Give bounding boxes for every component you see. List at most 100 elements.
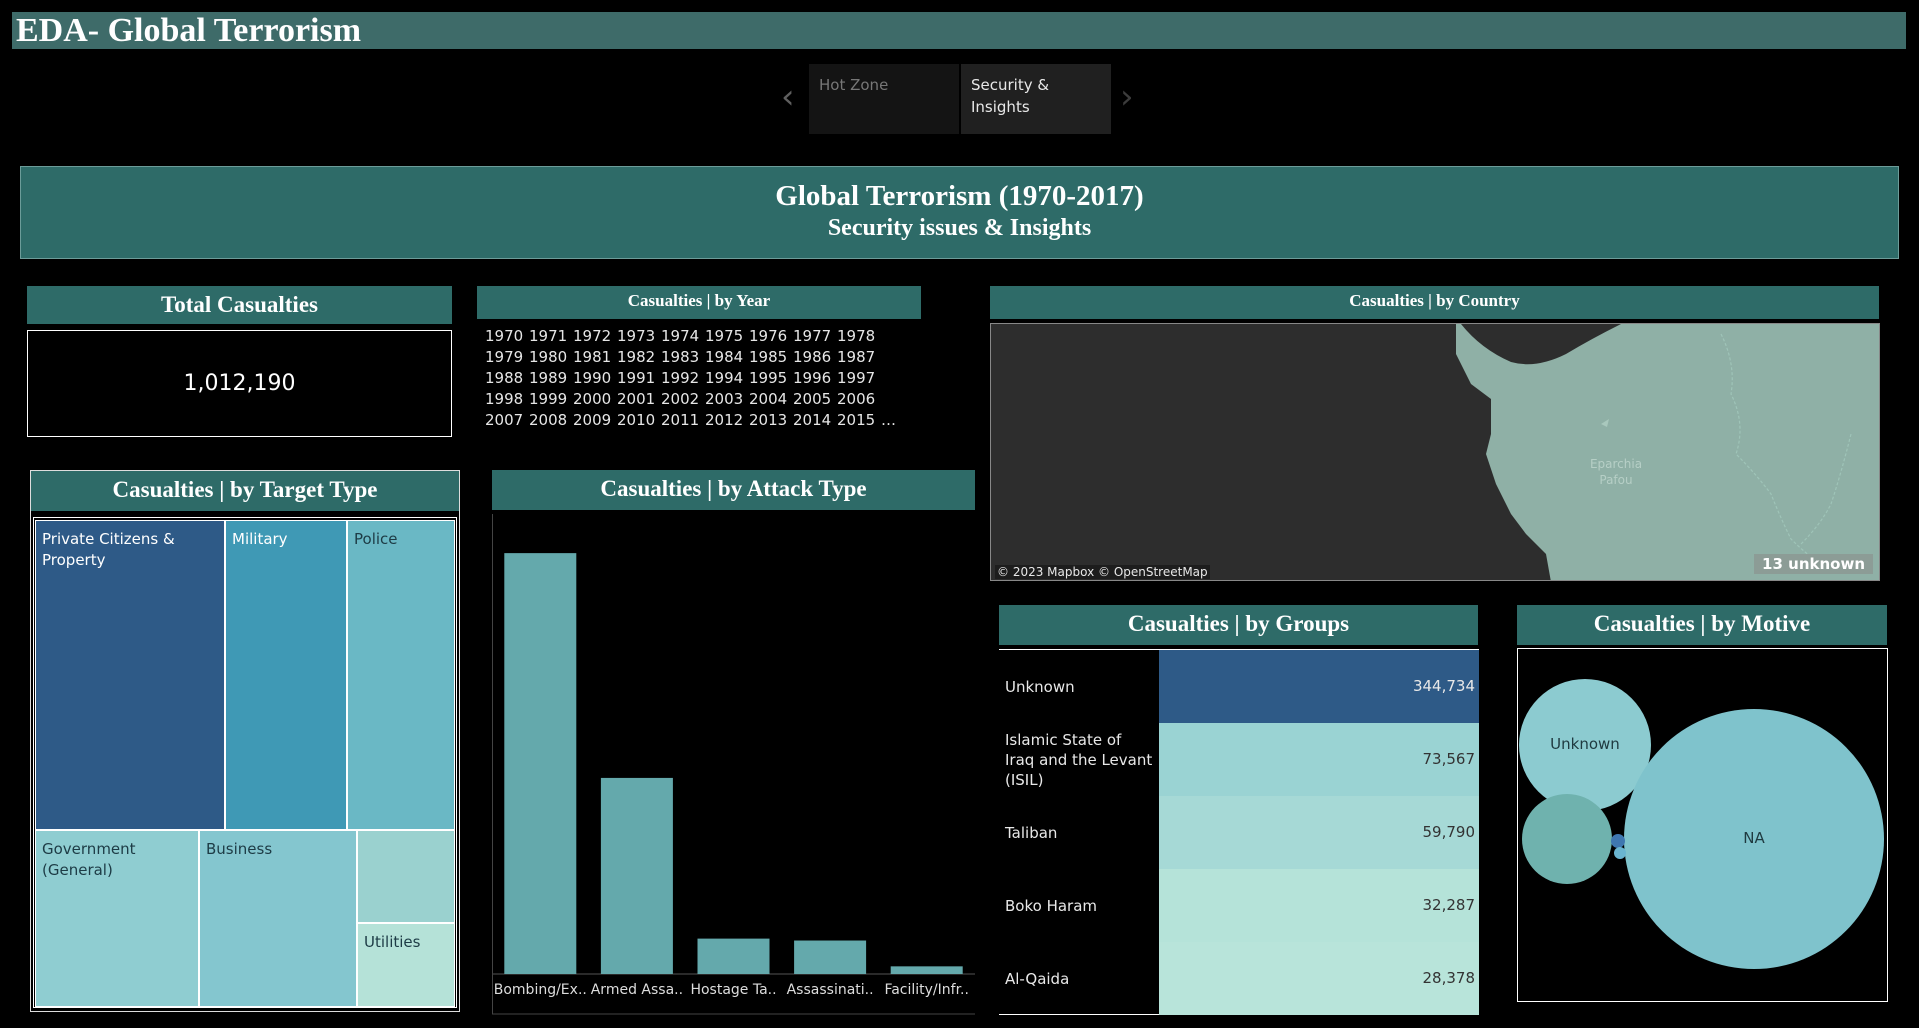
treemap-cell-other[interactable] <box>357 830 455 923</box>
year-item[interactable]: 1985 <box>749 348 793 369</box>
year-item[interactable]: 1995 <box>749 369 793 390</box>
year-item[interactable]: 1979 <box>485 348 529 369</box>
bar-1[interactable] <box>600 777 673 974</box>
year-item[interactable]: 2009 <box>573 411 617 432</box>
chevron-right-icon[interactable]: › <box>1120 80 1134 114</box>
year-item[interactable]: 2008 <box>529 411 573 432</box>
motive-bubble-chart: Unknown NA <box>1517 648 1888 1002</box>
year-item[interactable]: 2000 <box>573 390 617 411</box>
page-subtitle: Security issues & Insights <box>827 215 1092 241</box>
year-item[interactable]: 1986 <box>793 348 837 369</box>
more-years-icon[interactable]: … <box>881 411 901 432</box>
bubble-label-na: NA <box>1743 829 1765 847</box>
year-row: 1970 1971 1972 1973 1974 1975 1976 1977 1978 <box>485 327 915 348</box>
year-item[interactable]: 1972 <box>573 327 617 348</box>
year-item[interactable]: 2013 <box>749 411 793 432</box>
tab-hot-zone[interactable]: Hot Zone <box>809 64 959 134</box>
year-item[interactable]: 2011 <box>661 411 705 432</box>
year-item[interactable]: 2010 <box>617 411 661 432</box>
year-row: 1988 1989 1990 1991 1992 1994 1995 1996 1997 <box>485 369 915 390</box>
bar-3[interactable] <box>794 940 867 974</box>
group-bar[interactable]: 59,790 <box>1159 796 1479 869</box>
year-item[interactable]: 2005 <box>793 390 837 411</box>
year-item[interactable]: 1977 <box>793 327 837 348</box>
year-item[interactable]: 1991 <box>617 369 661 390</box>
group-bar[interactable]: 28,378 <box>1159 942 1479 1015</box>
year-item[interactable]: 1970 <box>485 327 529 348</box>
year-item[interactable]: 2014 <box>793 411 837 432</box>
treemap-label: Business <box>206 840 273 858</box>
year-item[interactable]: 1973 <box>617 327 661 348</box>
unknown-locations-badge[interactable]: 13 unknown <box>1754 554 1873 574</box>
bubble-motive-4[interactable] <box>1611 834 1625 848</box>
year-item[interactable]: 2002 <box>661 390 705 411</box>
year-item[interactable]: 1998 <box>485 390 529 411</box>
year-item[interactable]: 2003 <box>705 390 749 411</box>
year-item[interactable]: 1992 <box>661 369 705 390</box>
treemap-cell-utilities[interactable]: Utilities <box>357 923 455 1007</box>
treemap-cell-government[interactable]: Government (General) <box>35 830 199 1007</box>
group-bar[interactable]: 32,287 <box>1159 869 1479 942</box>
group-value: 28,378 <box>1422 969 1476 987</box>
chevron-left-icon[interactable]: ‹ <box>781 80 795 114</box>
tab-security-insights[interactable]: Security & Insights <box>961 64 1111 134</box>
year-item[interactable]: 1987 <box>837 348 881 369</box>
map-attribution[interactable]: © 2023 Mapbox © OpenStreetMap <box>995 565 1210 579</box>
year-item[interactable]: 1994 <box>705 369 749 390</box>
treemap-cell-private-citizens[interactable]: Private Citizens & Property <box>35 520 225 830</box>
year-item[interactable]: 1999 <box>529 390 573 411</box>
year-item[interactable]: 1976 <box>749 327 793 348</box>
attack-type-bar-chart: Bombing/Ex.. Armed Assa.. Hostage Ta.. Assa… <box>492 514 975 1015</box>
map-land-icon <box>1456 324 1879 580</box>
group-name: Islamic State of Iraq and the Levant (IS… <box>1005 730 1153 789</box>
table-row[interactable]: Islamic State of Iraq and the Levant (IS… <box>999 723 1479 796</box>
country-map[interactable]: Eparchia Pafou © 2023 Mapbox © OpenStree… <box>990 323 1880 581</box>
year-item[interactable]: 1974 <box>661 327 705 348</box>
treemap-label: Utilities <box>364 933 421 951</box>
year-item[interactable]: 2012 <box>705 411 749 432</box>
year-row: 2007 2008 2009 2010 2011 2012 2013 2014 2015… <box>485 411 915 432</box>
bubble-motive-5[interactable] <box>1614 847 1626 859</box>
year-item[interactable]: 1983 <box>661 348 705 369</box>
year-item[interactable]: 2015 <box>837 411 881 432</box>
year-item[interactable]: 2004 <box>749 390 793 411</box>
table-row[interactable]: Boko Haram 32,287 <box>999 869 1479 942</box>
by-country-title: Casualties | by Country <box>990 286 1879 319</box>
year-row: 1979 1980 1981 1982 1983 1984 1985 1986 1987 <box>485 348 915 369</box>
bubble-motive-3[interactable] <box>1522 794 1612 884</box>
table-row[interactable]: Al-Qaida 28,378 <box>999 942 1479 1015</box>
treemap-cell-police[interactable]: Police <box>347 520 455 830</box>
group-bar[interactable]: 344,734 <box>1159 650 1479 723</box>
year-item[interactable]: 2006 <box>837 390 881 411</box>
table-row[interactable]: Taliban 59,790 <box>999 796 1479 869</box>
year-item[interactable]: 1990 <box>573 369 617 390</box>
table-row[interactable]: Unknown 344,734 <box>999 650 1479 723</box>
year-item[interactable]: 1978 <box>837 327 881 348</box>
treemap-cell-military[interactable]: Military <box>225 520 347 830</box>
year-item[interactable]: 1982 <box>617 348 661 369</box>
x-tick-label: Hostage Ta.. <box>690 982 776 998</box>
year-item[interactable]: 1981 <box>573 348 617 369</box>
bar-2[interactable] <box>697 938 770 974</box>
year-filter-list: 1970 1971 1972 1973 1974 1975 1976 1977 1978 1979… <box>485 327 915 432</box>
year-item[interactable]: 1989 <box>529 369 573 390</box>
year-item[interactable]: 1996 <box>793 369 837 390</box>
year-item[interactable]: 1984 <box>705 348 749 369</box>
bar-4[interactable] <box>890 966 963 974</box>
year-item[interactable]: 1988 <box>485 369 529 390</box>
year-item[interactable]: 1975 <box>705 327 749 348</box>
group-value: 59,790 <box>1422 823 1476 841</box>
header-banner: Global Terrorism (1970-2017) Security is… <box>20 166 1899 259</box>
total-casualties-card: 1,012,190 <box>27 330 452 437</box>
bar-0[interactable] <box>504 553 577 974</box>
dashboard-title-bar: EDA- Global Terrorism <box>12 12 1906 49</box>
group-bar[interactable]: 73,567 <box>1159 723 1479 796</box>
year-item[interactable]: 1971 <box>529 327 573 348</box>
year-item[interactable]: 2007 <box>485 411 529 432</box>
year-item[interactable]: 1980 <box>529 348 573 369</box>
year-item[interactable]: 1997 <box>837 369 881 390</box>
by-groups-title: Casualties | by Groups <box>999 605 1478 645</box>
treemap-cell-business[interactable]: Business <box>199 830 357 1007</box>
treemap-label: Government (General) <box>42 840 136 879</box>
year-item[interactable]: 2001 <box>617 390 661 411</box>
